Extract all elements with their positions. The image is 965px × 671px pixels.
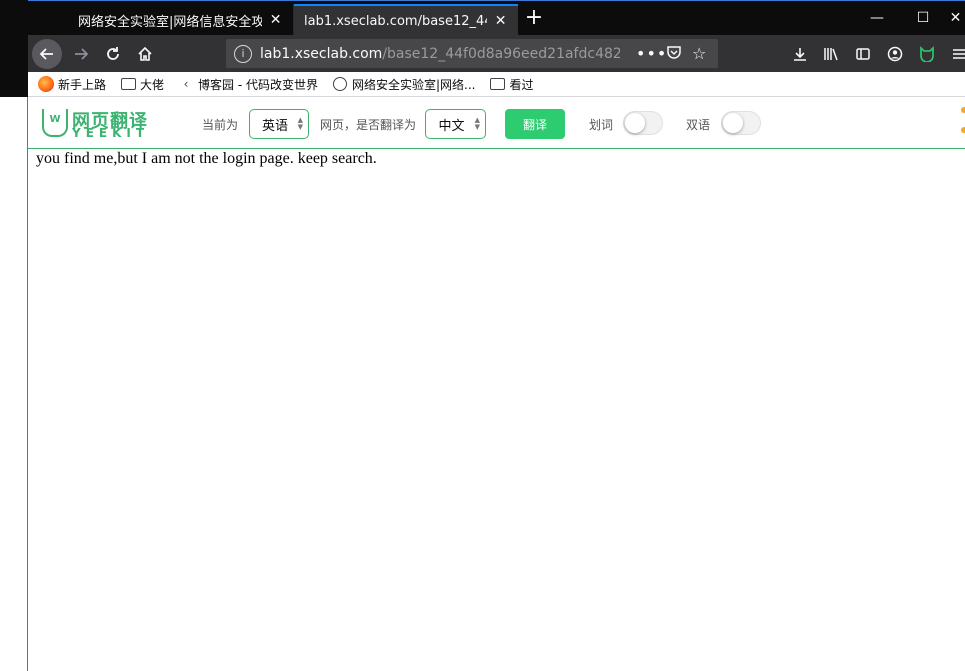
bookmarks-bar: 新手上路 大佬 ‹ 博客园 - 代码改变世界 网络安全实验室|网络... 看过 [28, 72, 965, 97]
tab-lab1-active[interactable]: lab1.xseclab.com/base12_44f0d8a96eed21af… [294, 4, 518, 36]
arrow-left-icon [39, 48, 53, 60]
library-icon[interactable] [816, 39, 846, 69]
minimize-button[interactable]: — [854, 1, 900, 36]
tab-title: 网络安全实验室|网络信息安全攻防学习平台 [78, 14, 263, 30]
arrow-right-icon [75, 48, 89, 60]
download-icon[interactable] [785, 39, 815, 69]
forward-button[interactable] [66, 39, 96, 69]
pocket-icon[interactable] [666, 44, 682, 64]
folder-icon [490, 78, 505, 90]
bookmark-label: 新手上路 [58, 77, 107, 92]
desktop-strip [0, 0, 28, 671]
window-close-button[interactable]: ✕ [946, 1, 965, 36]
yeekit-extension-icon[interactable] [912, 39, 942, 69]
page-message: you find me,but I am not the login page.… [36, 150, 377, 167]
target-language-value: 中文 [438, 118, 465, 134]
word-select-toggle[interactable] [623, 111, 663, 135]
translate-to-label: 网页，是否翻译为 [320, 118, 417, 132]
select-arrows-icon: ▲ ▼ [297, 116, 303, 131]
close-icon[interactable]: ✕ [268, 12, 283, 28]
toggle-knob [625, 113, 645, 133]
maximize-button[interactable]: ☐ [900, 1, 946, 36]
url-host: lab1.xseclab.com [260, 45, 383, 62]
yeekit-logo: W 网页翻译 YEEKIT [42, 107, 166, 140]
bookmark-label: 博客园 - 代码改变世界 [198, 77, 318, 92]
new-tab-button[interactable]: + [522, 5, 546, 33]
tab-xseclab-home[interactable]: 网络安全实验室|网络信息安全攻防学习平台 ✕ [68, 4, 294, 36]
reload-icon [107, 47, 119, 60]
bookmark-label: 看过 [509, 77, 534, 92]
url-path: /base12_44f0d8a96eed21afdc4823 [382, 45, 620, 62]
current-language-label: 当前为 [202, 118, 239, 132]
url-bar[interactable]: i lab1.xseclab.com/base12_44f0d8a96eed21… [226, 39, 718, 68]
side-dots [961, 107, 965, 147]
bilingual-toggle[interactable] [721, 111, 761, 135]
browser-window: 网络安全实验室|网络信息安全攻防学习平台 ✕ lab1.xseclab.com/… [28, 0, 965, 671]
account-icon[interactable] [880, 39, 910, 69]
url-text[interactable]: lab1.xseclab.com/base12_44f0d8a96eed21af… [260, 46, 620, 62]
menu-icon[interactable] [944, 39, 965, 69]
target-language-select[interactable]: 中文 ▲ ▼ [425, 109, 486, 139]
tab-title: lab1.xseclab.com/base12_44f0d8a96eed21af… [304, 13, 487, 29]
nav-bar: i lab1.xseclab.com/base12_44f0d8a96eed21… [28, 35, 965, 72]
bookmark-label: 网络安全实验室|网络... [352, 77, 476, 92]
bookmark-folder-kanguo[interactable]: 看过 [490, 76, 534, 93]
bookmark-xseclab[interactable]: 网络安全实验室|网络... [332, 76, 476, 93]
bookmark-getting-started[interactable]: 新手上路 [38, 76, 106, 93]
globe-icon [333, 77, 347, 91]
tab-bar: 网络安全实验室|网络信息安全攻防学习平台 ✕ lab1.xseclab.com/… [28, 0, 965, 36]
logo-mark: W [42, 109, 68, 137]
bookmark-icon: ‹ [183, 77, 189, 91]
select-arrows-icon: ▲ ▼ [474, 116, 480, 131]
home-icon [138, 46, 152, 61]
reload-button[interactable] [98, 39, 128, 69]
bookmark-folder-dalao[interactable]: 大佬 [120, 76, 164, 93]
logo-text-en: YEEKIT [72, 126, 150, 140]
translate-toolbar: W 网页翻译 YEEKIT 当前为 英语 ▲ ▼ 网页，是否翻译为 中文 ▲ ▼ 翻… [28, 97, 965, 149]
bookmark-star-icon[interactable]: ☆ [692, 44, 706, 63]
word-select-label: 划词 [589, 118, 614, 132]
close-icon[interactable]: ✕ [493, 13, 508, 29]
firefox-icon [38, 76, 54, 92]
home-button[interactable] [130, 39, 160, 69]
info-icon[interactable]: i [234, 44, 252, 63]
page-actions-icon[interactable]: ••• [636, 44, 667, 63]
source-language-select[interactable]: 英语 ▲ ▼ [249, 109, 309, 139]
bookmark-label: 大佬 [140, 77, 165, 92]
bilingual-label: 双语 [686, 118, 711, 132]
translate-button[interactable]: 翻译 [505, 109, 565, 139]
sidebar-icon[interactable] [848, 39, 878, 69]
source-language-value: 英语 [261, 118, 288, 134]
bookmark-cnblogs[interactable]: ‹ 博客园 - 代码改变世界 [178, 76, 318, 93]
back-button[interactable] [32, 39, 62, 69]
toggle-knob [723, 113, 743, 133]
folder-icon [120, 78, 136, 90]
